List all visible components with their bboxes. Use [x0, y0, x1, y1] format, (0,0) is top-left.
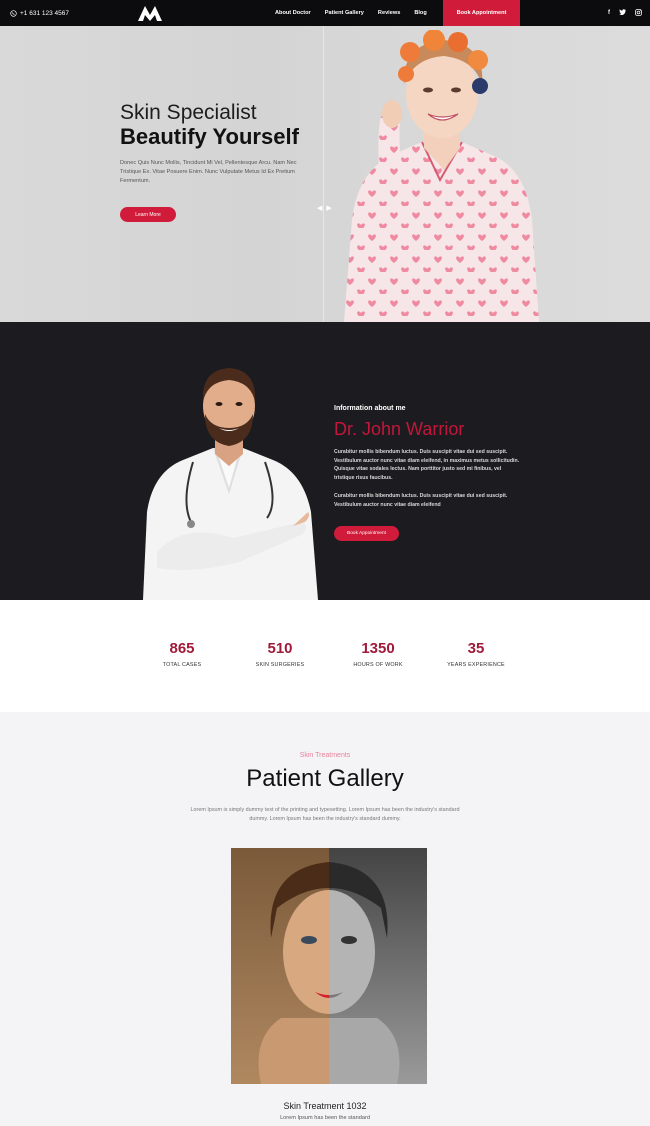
stat-number: 865	[169, 640, 195, 657]
menu-item-about-doctor[interactable]: About Doctor	[268, 10, 318, 16]
instagram-icon[interactable]	[635, 8, 642, 18]
stat-skin-surgeries: 510 SKIN SURGERIES	[230, 640, 330, 668]
stat-number: 510	[267, 640, 293, 657]
social-links: f	[608, 0, 642, 26]
doctor-name: Dr. John Warrior	[334, 419, 465, 439]
hero-divider	[323, 26, 324, 322]
learn-more-button[interactable]: Learn More	[120, 207, 176, 222]
gallery-subcaption: Lorem Ipsum has been the standard	[280, 1115, 370, 1121]
stat-number: 35	[467, 640, 485, 657]
doctor-bio-paragraph-1: Curabitur mollis bibendum luctus. Duis s…	[334, 449, 520, 481]
patient-gallery-section: Skin Treatments Patient Gallery Lorem Ip…	[0, 712, 650, 1126]
phone-contact[interactable]: +1 631 123 4567	[10, 0, 69, 26]
top-nav: +1 631 123 4567 About Doctor Patient Gal…	[0, 0, 650, 26]
whatsapp-icon	[10, 9, 17, 17]
phone-number: +1 631 123 4567	[20, 9, 69, 17]
stat-label: HOURS OF WORK	[353, 662, 403, 668]
hero-section: Skin Specialist Beautify Yourself Donec …	[0, 26, 650, 322]
menu-item-patient-gallery[interactable]: Patient Gallery	[318, 10, 371, 16]
hero-text: Donec Quis Nunc Mollis, Tincidunt Mi Vel…	[120, 160, 297, 184]
doctor-book-appointment-button[interactable]: Book Appointment	[334, 526, 399, 541]
stat-hours-of-work: 1350 HOURS OF WORK	[328, 640, 428, 668]
facebook-icon[interactable]: f	[608, 10, 610, 16]
menu-item-reviews[interactable]: Reviews	[371, 10, 407, 16]
gallery-tag: Skin Treatments	[299, 752, 351, 759]
stat-label: TOTAL CASES	[162, 662, 202, 668]
main-menu: About Doctor Patient Gallery Reviews Blo…	[268, 0, 434, 26]
gallery-caption: Skin Treatment 1032	[283, 1101, 367, 1111]
gallery-title: Patient Gallery	[246, 765, 404, 792]
stat-years-experience: 35 YEARS EXPERIENCE	[426, 640, 526, 668]
stat-label: SKIN SURGERIES	[255, 662, 305, 668]
before-after-image[interactable]	[231, 848, 427, 1084]
info-label: Information about me	[334, 405, 406, 412]
doctor-image	[143, 368, 318, 600]
twitter-icon[interactable]	[619, 9, 626, 17]
stat-number: 1350	[361, 640, 395, 657]
logo[interactable]	[137, 4, 163, 22]
prev-arrow-icon[interactable]: ◀	[317, 204, 322, 212]
hero-subtitle: Skin Specialist	[120, 101, 257, 124]
about-doctor-section: Information about me Dr. John Warrior Cu…	[0, 322, 650, 600]
stats-section: 865 TOTAL CASES 510 SKIN SURGERIES 1350 …	[0, 600, 650, 712]
stat-total-cases: 865 TOTAL CASES	[132, 640, 232, 668]
gallery-text: Lorem Ipsum is simply dummy text of the …	[190, 807, 460, 822]
menu-item-blog[interactable]: Blog	[407, 10, 433, 16]
slider-arrows: ◀ ▶	[317, 204, 332, 212]
next-arrow-icon[interactable]: ▶	[326, 204, 331, 212]
hero-woman-image	[344, 30, 539, 322]
book-appointment-button[interactable]: Book Appointment	[443, 0, 520, 26]
doctor-bio-paragraph-2: Curabitur mollis bibendum luctus. Duis s…	[334, 493, 508, 508]
stat-label: YEARS EXPERIENCE	[447, 662, 505, 668]
hero-title: Beautify Yourself	[120, 124, 299, 149]
